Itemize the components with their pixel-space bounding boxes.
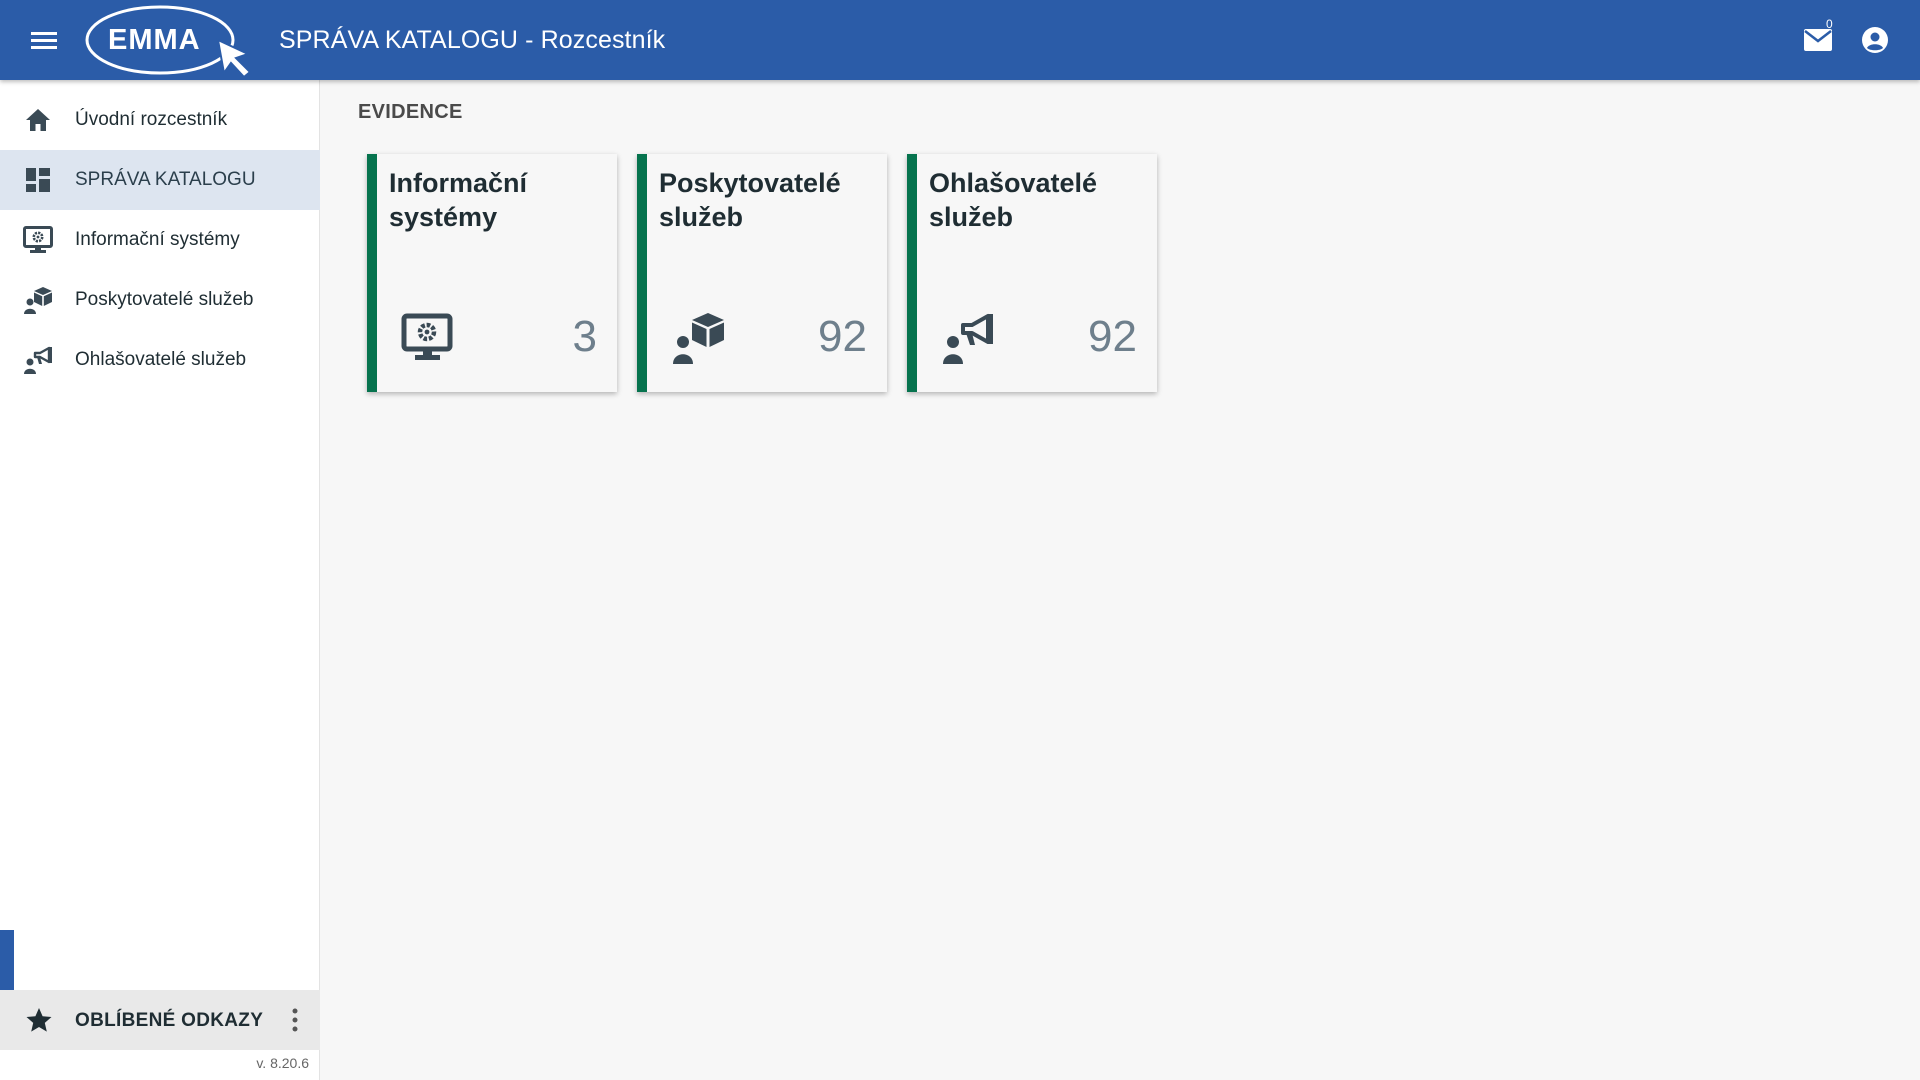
sidebar-item-home[interactable]: Úvodní rozcestník xyxy=(0,90,320,150)
favorites-label: OBLÍBENÉ ODKAZY xyxy=(75,1010,264,1031)
menu-icon xyxy=(31,32,57,49)
tile-ohlasovatele-sluzeb[interactable]: Ohlašovatelé služeb 92 xyxy=(907,154,1157,392)
sidebar-item-label: Informační systémy xyxy=(75,229,240,250)
app-header: EMMA SPRÁVA KATALOGU - Rozcestník 0 xyxy=(0,0,1920,80)
tile-count: 92 xyxy=(1088,312,1137,361)
sidebar-item-poskytovatele-sluzeb[interactable]: Poskytovatelé služeb xyxy=(0,270,320,330)
page-title: SPRÁVA KATALOGU - Rozcestník xyxy=(279,26,666,54)
sidebar-item-sprava-katalogu[interactable]: SPRÁVA KATALOGU xyxy=(0,150,320,210)
sidebar-item-label: SPRÁVA KATALOGU xyxy=(75,169,256,190)
section-title: EVIDENCE xyxy=(358,101,463,123)
tile-informacni-systemy[interactable]: Informační systémy 3 xyxy=(367,154,617,392)
person-megaphone-icon xyxy=(24,346,52,374)
tile-poskytovatele-sluzeb[interactable]: Poskytovatelé služeb 92 xyxy=(637,154,887,392)
person-box-icon xyxy=(24,287,52,314)
mail-icon xyxy=(1804,29,1832,51)
mail-count-badge: 0 xyxy=(1826,17,1833,31)
star-icon xyxy=(26,1008,52,1032)
sidebar-item-label: Úvodní rozcestník xyxy=(75,109,228,130)
favorites-bar[interactable]: OBLÍBENÉ ODKAZY xyxy=(0,990,320,1050)
monitor-gear-icon xyxy=(401,313,453,360)
monitor-gear-icon xyxy=(23,226,53,253)
sidebar-item-informacni-systemy[interactable]: Informační systémy xyxy=(0,210,320,270)
account-button[interactable] xyxy=(1857,22,1893,58)
emma-logo[interactable]: EMMA xyxy=(82,2,258,78)
person-megaphone-icon xyxy=(943,314,993,364)
tile-title: Poskytovatelé služeb xyxy=(659,168,841,232)
tile-count: 92 xyxy=(818,312,867,361)
person-box-icon xyxy=(673,313,724,364)
app-version: v. 8.20.6 xyxy=(256,1055,309,1071)
svg-text:EMMA: EMMA xyxy=(108,24,201,56)
sidebar-item-label: Poskytovatelé služeb xyxy=(75,289,254,310)
menu-button[interactable] xyxy=(26,24,62,56)
tile-count: 3 xyxy=(572,312,597,361)
tile-title: Informační systémy xyxy=(389,168,528,232)
dashboard-icon xyxy=(26,168,50,192)
sidebar-item-label: Ohlašovatelé služeb xyxy=(75,349,247,370)
home-icon xyxy=(26,109,50,131)
tile-title: Ohlašovatelé služeb xyxy=(929,168,1098,232)
more-vert-icon[interactable] xyxy=(285,1004,305,1036)
account-circle-icon xyxy=(1862,27,1888,53)
sidebar-item-ohlasovatele-sluzeb[interactable]: Ohlašovatelé služeb xyxy=(0,330,320,390)
sidebar: Úvodní rozcestník SPRÁVA KATALOGU Inform… xyxy=(0,80,320,1080)
